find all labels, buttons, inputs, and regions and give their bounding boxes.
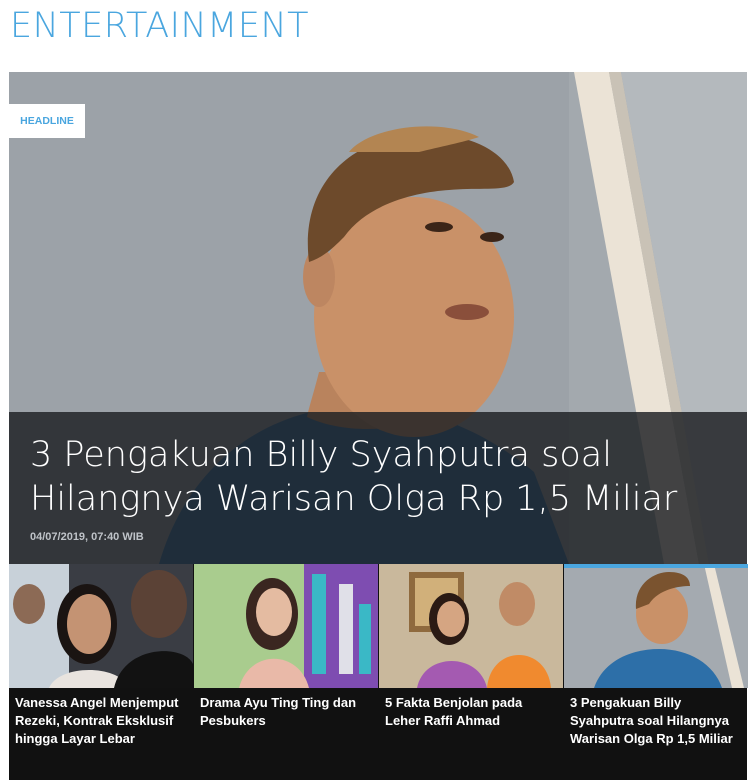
article-title: Drama Ayu Ting Ting dan Pesbukers bbox=[200, 695, 357, 728]
article-title: Vanessa Angel Menjemput Rezeki, Kontrak … bbox=[15, 695, 179, 746]
article-thumbnail bbox=[379, 564, 563, 688]
section-title: ENTERTAINMENT bbox=[10, 6, 310, 46]
article-thumbnail bbox=[194, 564, 378, 688]
article-card[interactable]: 5 Fakta Benjolan pada Leher Raffi Ahmad bbox=[379, 564, 563, 780]
headline-card[interactable]: HEADLINE 3 Pengakuan Billy Syahputra soa… bbox=[9, 72, 747, 564]
article-card-active[interactable]: 3 Pengakuan Billy Syahputra soal Hilangn… bbox=[564, 564, 748, 780]
article-card[interactable]: Vanessa Angel Menjemput Rezeki, Kontrak … bbox=[9, 564, 193, 780]
headline-date: 04/07/2019, 07:40 WIB bbox=[30, 531, 144, 543]
article-card[interactable]: Drama Ayu Ting Ting dan Pesbukers bbox=[194, 564, 378, 780]
article-title: 5 Fakta Benjolan pada Leher Raffi Ahmad bbox=[385, 695, 523, 728]
article-thumbnail bbox=[9, 564, 193, 688]
active-indicator bbox=[564, 564, 748, 568]
headline-title[interactable]: 3 Pengakuan Billy Syahputra soal Hilangn… bbox=[30, 433, 730, 521]
article-title: 3 Pengakuan Billy Syahputra soal Hilangn… bbox=[570, 695, 733, 746]
headline-badge: HEADLINE bbox=[9, 104, 85, 138]
related-articles-strip: Vanessa Angel Menjemput Rezeki, Kontrak … bbox=[9, 564, 748, 780]
article-thumbnail bbox=[564, 564, 748, 688]
